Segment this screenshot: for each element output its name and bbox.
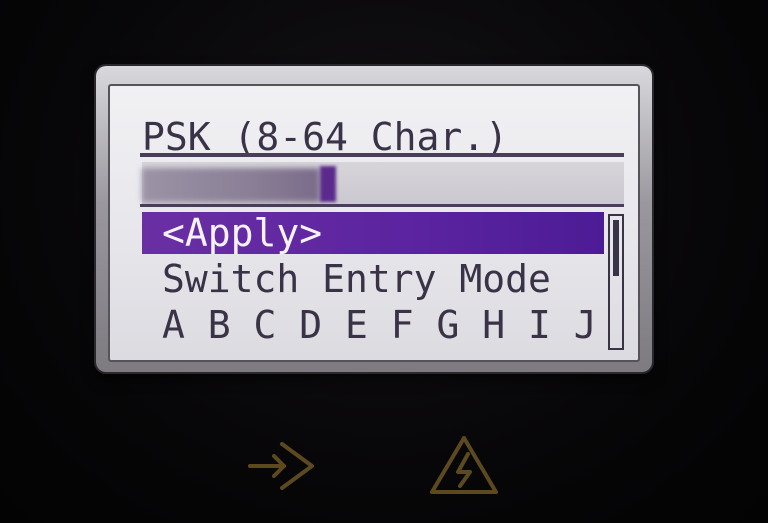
enter-arrow-icon [248, 442, 314, 490]
screen-title-text: PSK (8-64 Char.) [142, 115, 509, 159]
lcd-screen: PSK (8-64 Char.) <Apply> Switch Entry Mo… [108, 84, 640, 362]
scrollbar-thumb[interactable] [613, 220, 619, 276]
text-cursor [320, 166, 336, 202]
electrical-warning-icon [430, 436, 498, 494]
title-divider [140, 153, 624, 157]
menu-item-apply[interactable]: <Apply> [142, 212, 604, 254]
menu-list: <Apply> Switch Entry Mode A B C D E F G … [142, 212, 604, 350]
menu-item-label: <Apply> [162, 211, 323, 255]
menu-item-label: Switch Entry Mode [162, 257, 551, 301]
psk-masked-value [142, 168, 320, 202]
warning-indicator [428, 432, 500, 498]
enter-button[interactable] [244, 436, 318, 496]
menu-item-switch-entry-mode[interactable]: Switch Entry Mode [142, 258, 604, 300]
field-divider [140, 204, 624, 207]
menu-item-character-row[interactable]: A B C D E F G H I J [142, 304, 604, 346]
menu-item-label: A B C D E F G H I J [162, 303, 597, 347]
scrollbar[interactable] [608, 214, 624, 350]
